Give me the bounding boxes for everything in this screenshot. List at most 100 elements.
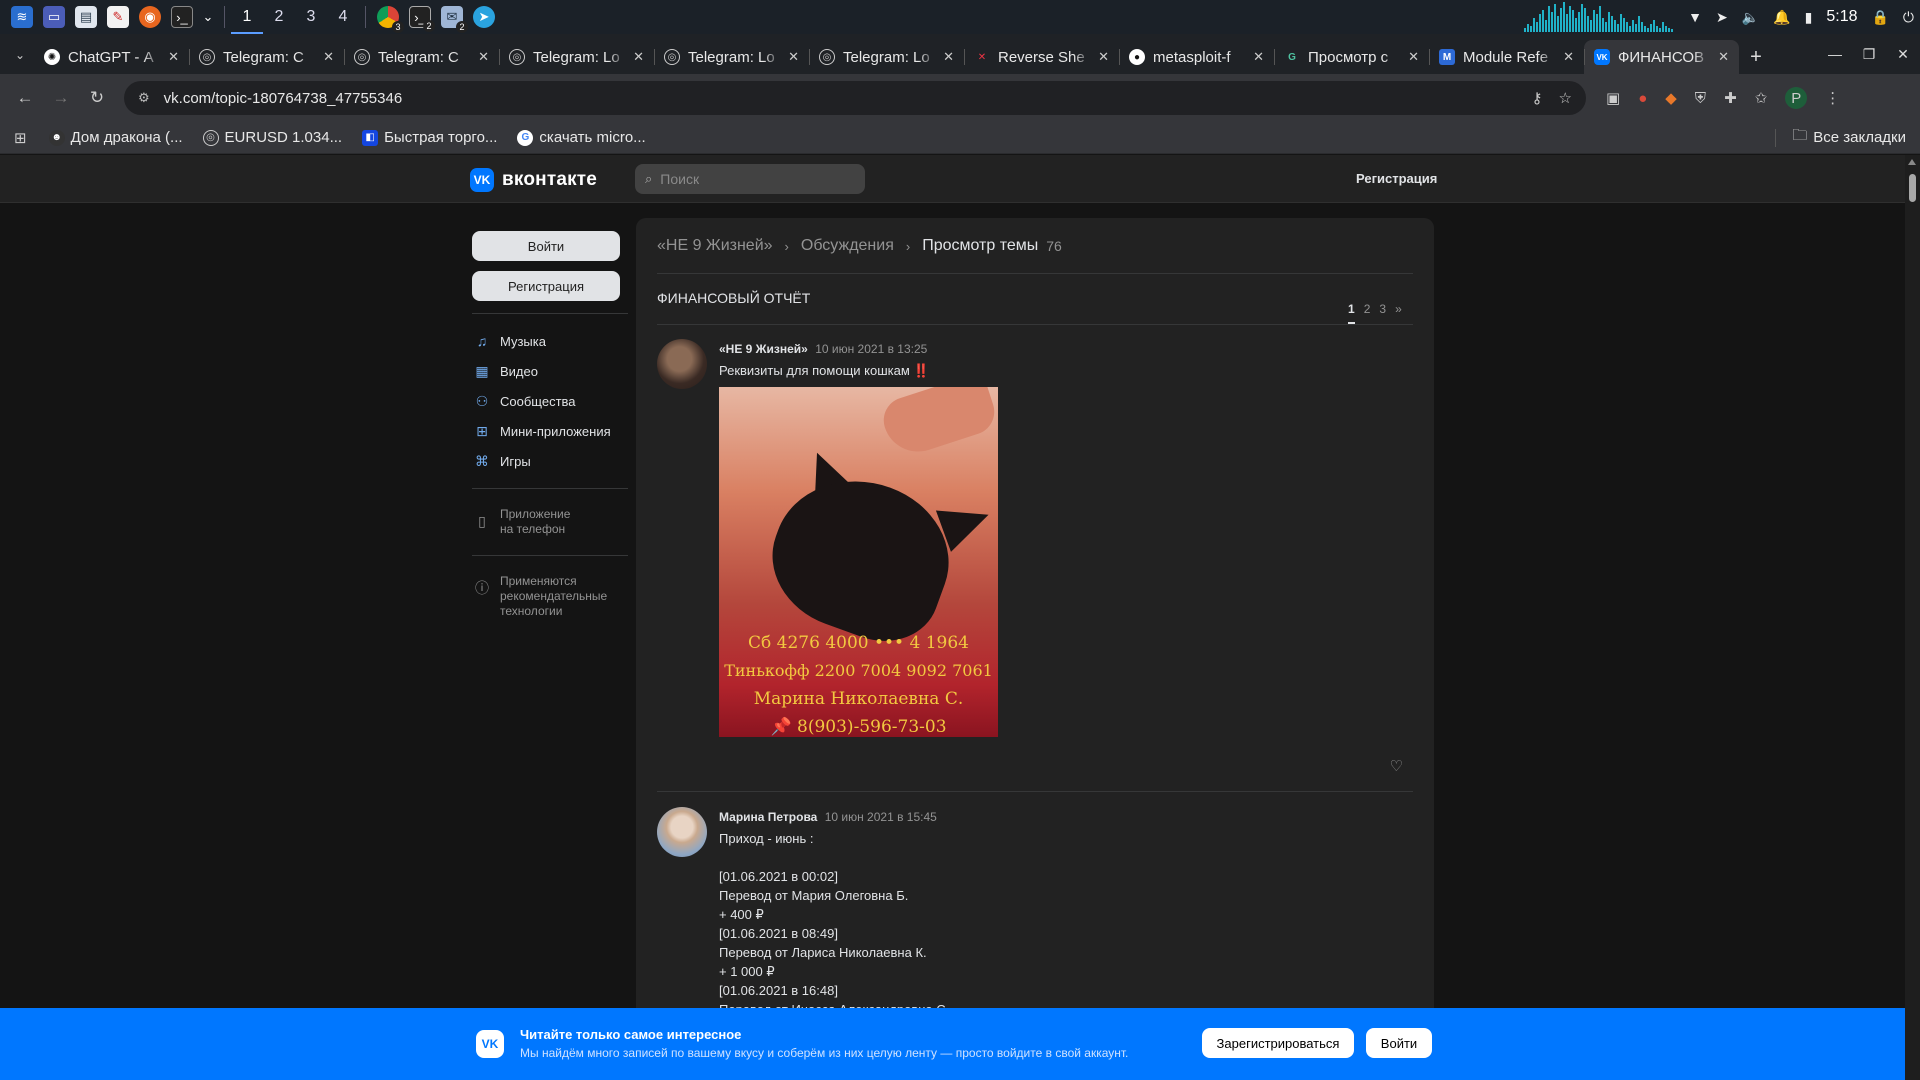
reload-icon[interactable]: ↻ — [80, 81, 114, 115]
page-scrollbar[interactable] — [1905, 155, 1920, 1080]
shield-extension-icon[interactable]: ⛨ — [1695, 90, 1706, 107]
breadcrumb-group[interactable]: «НЕ 9 Жизней» — [657, 237, 773, 255]
browser-tab[interactable]: ✕ Reverse She ✕ — [964, 40, 1119, 74]
browser-tab[interactable]: ◎ Telegram: Lo ✕ — [809, 40, 964, 74]
header-register-link[interactable]: Регистрация — [1356, 171, 1437, 186]
browser-tab[interactable]: ◎ Telegram: Lo ✕ — [654, 40, 809, 74]
sidebar-item-phone-app[interactable]: ▯ Приложение на телефон — [472, 501, 628, 543]
menu-kebab-icon[interactable]: ⋮ — [1825, 89, 1840, 107]
browser-tab[interactable]: ◎ Telegram: Lo ✕ — [499, 40, 654, 74]
register-button[interactable]: Регистрация — [472, 271, 620, 301]
bookmark-item[interactable]: ◎ EURUSD 1.034... — [202, 129, 342, 146]
browser-tab[interactable]: G Просмотр с ✕ — [1274, 40, 1429, 74]
tab-close-icon[interactable]: ✕ — [1408, 49, 1419, 65]
bookmark-item[interactable]: ◧ Быстрая торго... — [362, 129, 497, 146]
bookmark-star-icon[interactable]: ☆ — [1559, 89, 1572, 107]
terminal-icon[interactable]: ›_ — [171, 6, 193, 28]
bookmark-item[interactable]: Gскачать micro... — [517, 129, 646, 146]
tab-close-icon[interactable]: ✕ — [478, 49, 489, 65]
document-viewer-icon[interactable]: ✎ — [107, 6, 129, 28]
back-icon[interactable]: ← — [8, 81, 42, 115]
chrome-window-icon[interactable]: 3 — [377, 6, 404, 33]
search-input[interactable]: ⌕ Поиск — [635, 164, 865, 194]
tab-close-icon[interactable]: ✕ — [1718, 49, 1729, 65]
lock-icon[interactable]: 🔒 — [1871, 9, 1888, 26]
reader-extension-icon[interactable]: ▣ — [1606, 89, 1620, 107]
browser-tab[interactable]: VK ФИНАНСОВ ✕ — [1584, 40, 1739, 74]
tab-close-icon[interactable]: ✕ — [1253, 49, 1264, 65]
telegram-icon[interactable]: ➤ — [473, 6, 495, 28]
page-link-2[interactable]: 2 — [1364, 302, 1371, 324]
sidebar-item-video[interactable]: ▦ Видео — [472, 356, 628, 386]
forward-icon[interactable]: → — [44, 81, 78, 115]
battery-icon[interactable]: ▮ — [1805, 9, 1813, 26]
volume-icon[interactable]: 🔈 — [1742, 9, 1759, 26]
minimize-icon[interactable]: — — [1818, 34, 1852, 74]
firefox-icon[interactable]: ◉ — [139, 6, 161, 28]
sidebar-item-recommend-info[interactable]: ⓘ Применяются рекомендательные технологии — [472, 568, 628, 625]
avatar[interactable] — [657, 807, 707, 857]
puzzle-icon[interactable]: ✚ — [1724, 89, 1737, 107]
chevron-down-icon[interactable]: ⌄ — [203, 6, 214, 28]
browser-tab[interactable]: M Module Refe ✕ — [1429, 40, 1584, 74]
address-bar[interactable]: ⚙ vk.com/topic-180764738_47755346 ⚷ ☆ — [124, 81, 1586, 115]
tab-close-icon[interactable]: ✕ — [323, 49, 334, 65]
sidebar-item-mini-apps[interactable]: ⊞ Мини-приложения — [472, 416, 628, 446]
app-menu-icon[interactable]: ≋ — [11, 6, 33, 28]
tab-close-icon[interactable]: ✕ — [633, 49, 644, 65]
close-icon[interactable]: ✕ — [1886, 34, 1920, 74]
apps-grid-icon[interactable]: ⊞ — [14, 129, 27, 147]
clock[interactable]: 5:18 — [1826, 8, 1857, 26]
post-author[interactable]: «НЕ 9 Жизней» — [719, 342, 808, 356]
sidebar-item-games[interactable]: ⌘ Игры — [472, 446, 628, 476]
power-icon[interactable]: ⏻ — [1903, 9, 1914, 26]
tab-close-icon[interactable]: ✕ — [1098, 49, 1109, 65]
tab-search-icon[interactable]: ⌄ — [6, 40, 34, 70]
telegram-tray-icon[interactable]: ➤ — [1716, 9, 1728, 26]
bookmark-item[interactable]: ☻ Дом дракона (... — [48, 129, 183, 146]
tab-close-icon[interactable]: ✕ — [1563, 49, 1574, 65]
red-extension-icon[interactable]: ● — [1638, 90, 1647, 107]
page-link-3[interactable]: 3 — [1379, 302, 1386, 324]
new-tab-button[interactable]: + — [1739, 40, 1773, 74]
password-key-icon[interactable]: ⚷ — [1532, 89, 1543, 107]
post-author[interactable]: Марина Петрова — [719, 810, 817, 824]
browser-tab[interactable]: ◎ Telegram: С ✕ — [344, 40, 499, 74]
restore-icon[interactable]: ❐ — [1852, 34, 1886, 74]
desktop-icon[interactable]: ▭ — [43, 6, 65, 28]
page-link-1[interactable]: 1 — [1348, 302, 1355, 324]
notifications-icon[interactable]: 🔔 — [1773, 9, 1790, 26]
url-text[interactable]: vk.com/topic-180764738_47755346 — [164, 90, 1516, 107]
workspace-1[interactable]: 1 — [231, 0, 263, 34]
scrollbar-thumb[interactable] — [1909, 174, 1916, 202]
file-manager-icon[interactable]: ▤ — [75, 6, 97, 28]
sidebar-item-communities[interactable]: ⚇ Сообщества — [472, 386, 628, 416]
post-date[interactable]: 10 июн 2021 в 15:45 — [825, 810, 937, 824]
sidebar-item-music[interactable]: ♫ Музыка — [472, 326, 628, 356]
tab-close-icon[interactable]: ✕ — [168, 49, 179, 65]
avatar[interactable] — [657, 339, 707, 389]
page-link-next[interactable]: » — [1395, 302, 1402, 324]
bookmarks-star-icon[interactable]: ✩ — [1755, 89, 1768, 107]
tab-close-icon[interactable]: ✕ — [943, 49, 954, 65]
workspace-3[interactable]: 3 — [295, 0, 327, 34]
banner-signup-button[interactable]: Зарегистрироваться — [1202, 1028, 1354, 1058]
workspace-4[interactable]: 4 — [327, 0, 359, 34]
tab-close-icon[interactable]: ✕ — [788, 49, 799, 65]
scroll-up-icon[interactable] — [1908, 159, 1916, 165]
fox-extension-icon[interactable]: ◆ — [1665, 89, 1677, 107]
vk-logo[interactable]: VK вконтакте — [470, 168, 597, 192]
browser-tab[interactable]: ✺ ChatGPT - А ✕ — [34, 40, 189, 74]
network-icon[interactable]: ▼ — [1688, 9, 1702, 25]
all-bookmarks[interactable]: 🗀 Все закладки — [1775, 125, 1906, 150]
browser-tab[interactable]: ◎ Telegram: С ✕ — [189, 40, 344, 74]
like-heart-icon[interactable]: ♡ — [1390, 757, 1403, 775]
site-info-icon[interactable]: ⚙ — [138, 90, 150, 106]
profile-avatar[interactable]: P — [1785, 87, 1808, 109]
breadcrumb-discussions[interactable]: Обсуждения — [801, 237, 894, 255]
post-date[interactable]: 10 июн 2021 в 13:25 — [815, 342, 927, 356]
browser-tab[interactable]: ● metasploit-f ✕ — [1119, 40, 1274, 74]
post-photo[interactable]: Сб 4276 4000 ••• 4 1964 Тинькофф 2200 70… — [719, 387, 998, 737]
workspace-2[interactable]: 2 — [263, 0, 295, 34]
login-button[interactable]: Войти — [472, 231, 620, 261]
